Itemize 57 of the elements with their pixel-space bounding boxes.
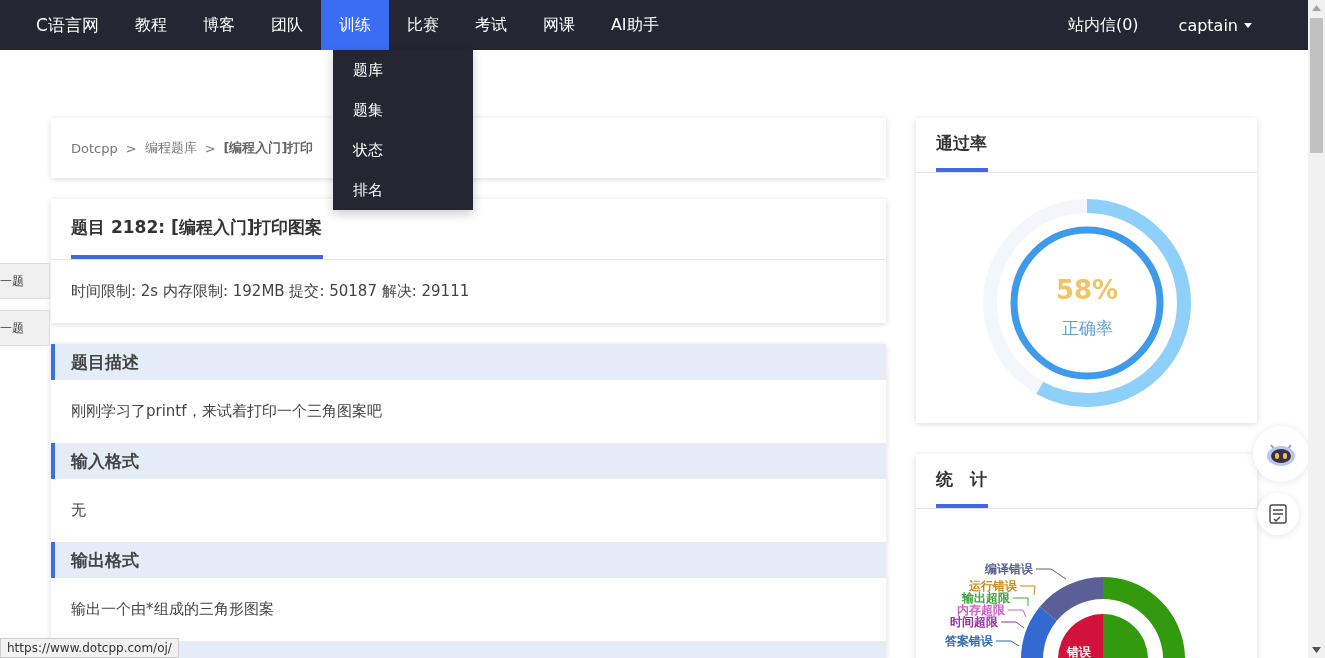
side-tab[interactable]: 一题	[0, 310, 50, 346]
nav-link[interactable]: 考试	[456, 0, 525, 50]
section-text: 无	[70, 500, 87, 521]
leader-line	[1035, 568, 1067, 580]
nav-link[interactable]: 博客	[184, 0, 253, 50]
section-heading: 题目描述	[51, 344, 886, 380]
notes-button[interactable]	[1257, 493, 1299, 535]
pass-rate-caption: 正确率	[1061, 318, 1112, 338]
scrollbar[interactable]	[1308, 0, 1325, 658]
dropdown-item[interactable]: 题集	[333, 90, 473, 130]
nav-link[interactable]: AI助手	[592, 0, 677, 50]
breadcrumb-link[interactable]: 编程题库	[144, 139, 197, 157]
problem-title: 题目 2182: [编程入门]打印图案	[71, 199, 323, 259]
dropdown-item[interactable]: 题库	[333, 50, 473, 90]
side-tab[interactable]: 一题	[0, 263, 50, 299]
assistant-button[interactable]	[1253, 426, 1308, 482]
breadcrumb-separator: >	[125, 140, 137, 156]
messages-link[interactable]: 站内信(0)	[1067, 14, 1139, 36]
nav-link[interactable]: 比赛	[388, 0, 457, 50]
card-title: 统 计	[936, 454, 988, 508]
leader-line	[1019, 585, 1036, 596]
nav-link[interactable]: 训练	[320, 0, 389, 50]
nav-link[interactable]: 团队	[252, 0, 321, 50]
section-heading: 输入格式	[51, 443, 886, 479]
site-logo[interactable]: C语言网	[36, 13, 99, 37]
chart-label: 运行错误	[969, 579, 1017, 593]
nav-link[interactable]: 网课	[524, 0, 593, 50]
user-menu[interactable]: captain	[1178, 15, 1252, 35]
problem-limits: 时间限制: 2s 内存限制: 192MB 提交: 50187 解决: 29111	[70, 281, 471, 302]
pie-label: 错误	[1067, 645, 1091, 658]
chart-label: 输出超限	[962, 591, 1010, 605]
leader-line	[1007, 609, 1027, 618]
caret-icon	[1244, 22, 1252, 28]
breadcrumb-separator: >	[204, 140, 216, 156]
dropdown-item[interactable]: 排名	[333, 170, 473, 210]
section-text: 刚刚学习了printf，来试着打印一个三角图案吧	[70, 401, 383, 422]
section-heading: 输出格式	[51, 542, 886, 578]
leader-line	[1012, 597, 1029, 607]
chart-label: 内存超限	[957, 603, 1005, 617]
leader-line	[1000, 621, 1025, 629]
status-url: https://www.dotcpp.com/oj/	[0, 638, 179, 658]
dropdown-item[interactable]: 状态	[333, 130, 473, 170]
checklist-icon	[1269, 504, 1287, 524]
chart-label: 编译错误	[985, 562, 1033, 576]
pie-slice	[1103, 614, 1148, 658]
chart-label: 答案错误	[945, 634, 993, 648]
scroll-down-icon[interactable]	[1312, 647, 1321, 653]
pass-rate-percent: 58%	[1055, 275, 1118, 305]
card-title: 通过率	[936, 118, 988, 172]
leader-line	[995, 640, 1020, 647]
section-text: 输出一个由*组成的三角形图案	[70, 599, 275, 620]
nav-link[interactable]: 教程	[116, 0, 185, 50]
breadcrumb-link[interactable]: Dotcpp	[71, 140, 118, 156]
scrollbar-thumb[interactable]	[1310, 18, 1323, 153]
chart-label: 时间超限	[950, 615, 998, 629]
breadcrumb-current: [编程入门]打印	[223, 139, 314, 157]
pie-slice	[1058, 614, 1103, 658]
